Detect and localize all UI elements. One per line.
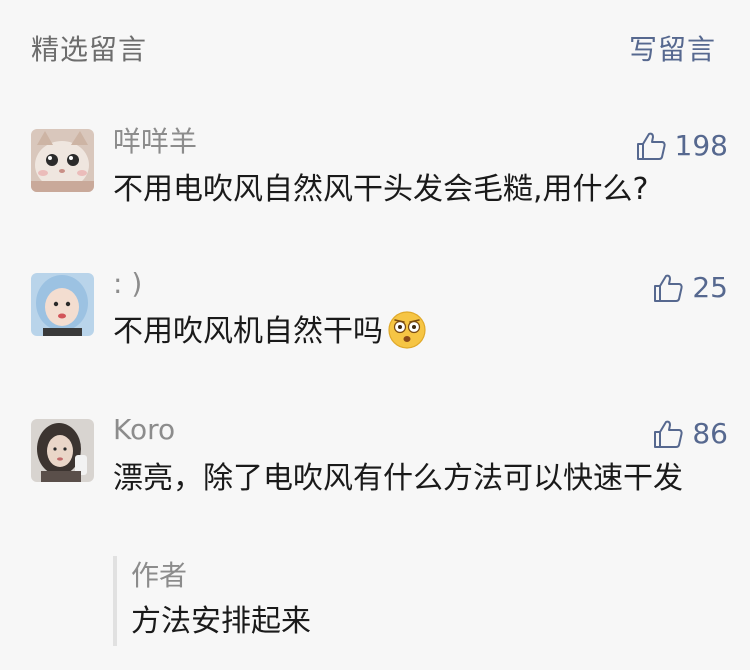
like-button[interactable]: 86 <box>652 414 728 454</box>
comment-nickname[interactable]: 咩咩羊 <box>113 124 197 160</box>
comment-content: 漂亮，除了电吹风有什么方法可以快速干发 <box>113 461 683 496</box>
reply-author-label: 作者 <box>131 559 188 592</box>
shocked-face-emoji-icon <box>388 310 426 349</box>
thumbs-up-icon <box>636 132 666 160</box>
comment-content-row: 不用吹风机自然干吗 <box>113 309 693 355</box>
like-button[interactable]: 25 <box>652 268 728 308</box>
like-count: 25 <box>692 271 728 304</box>
author-reply: 作者 方法安排起来 <box>113 556 691 646</box>
avatar[interactable] <box>31 129 94 192</box>
cat-avatar-image <box>31 129 94 192</box>
comment-content: 不用电吹风自然风干头发会毛糙,用什么? <box>113 172 649 207</box>
comment-nickname[interactable]: Koro <box>113 412 175 448</box>
thumbs-up-icon <box>654 420 683 448</box>
comments-page: { "header": { "title": "精选留言", "write_la… <box>0 0 750 670</box>
comment-nickname[interactable]: : ) <box>113 266 142 302</box>
like-button[interactable]: 198 <box>635 126 728 166</box>
comments-header: 精选留言 写留言 <box>0 0 750 100</box>
thumbs-up-icon <box>654 274 683 302</box>
avatar[interactable] <box>31 273 94 336</box>
woman-avatar-image <box>31 419 94 482</box>
like-count: 198 <box>674 129 728 162</box>
reply-content: 方法安排起来 <box>131 604 311 639</box>
write-comment-button[interactable]: 写留言 <box>629 30 716 70</box>
section-title: 精选留言 <box>31 33 148 66</box>
like-count: 86 <box>692 417 728 450</box>
person-avatar-image <box>31 273 94 336</box>
comment-content: 不用吹风机自然干吗 <box>113 314 383 349</box>
avatar[interactable] <box>31 419 94 482</box>
